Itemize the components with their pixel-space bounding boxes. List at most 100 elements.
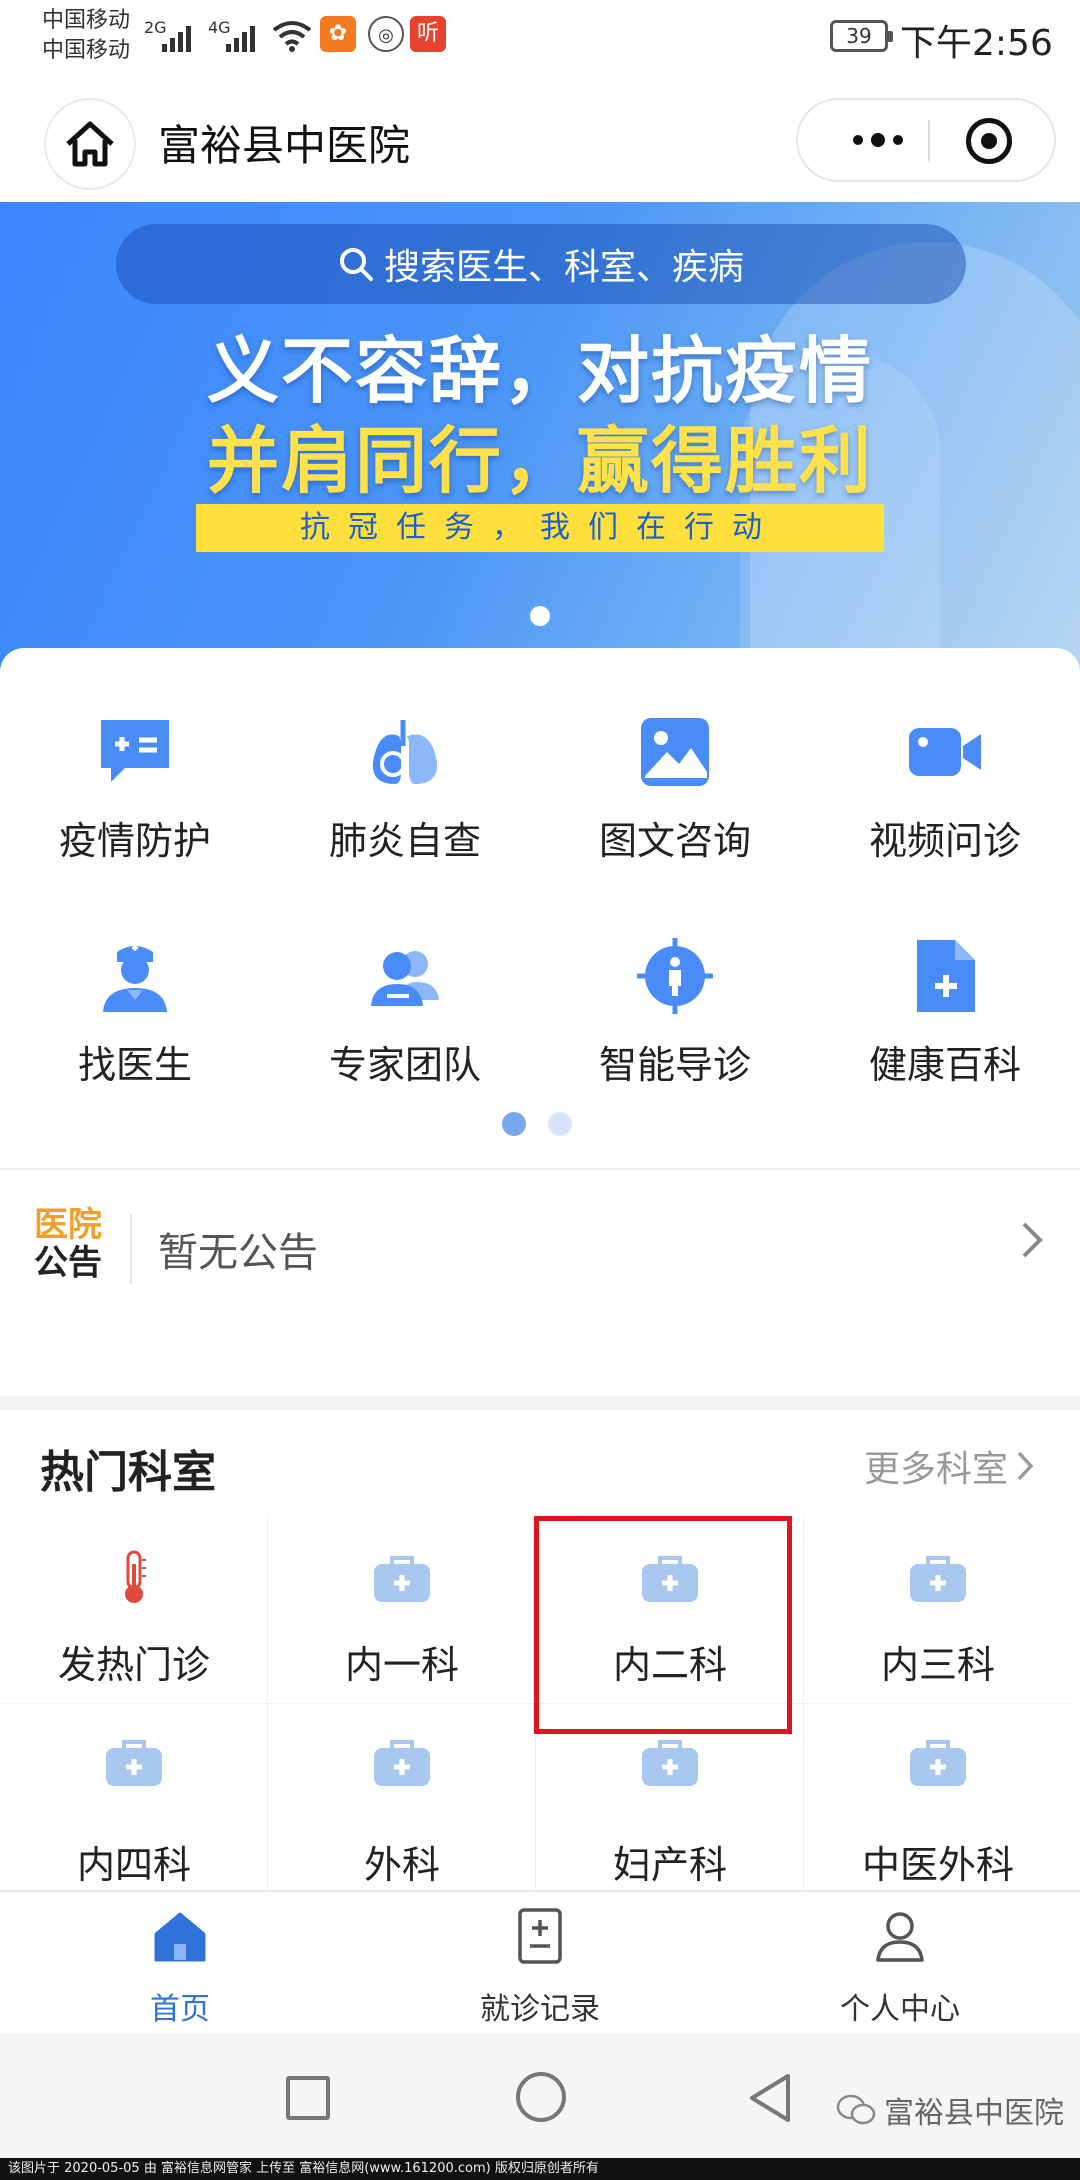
tab-home[interactable]: 首页	[30, 1906, 330, 2028]
dept-fever-clinic[interactable]: 发热门诊	[0, 1514, 268, 1704]
home-icon	[66, 121, 114, 167]
medical-kit-icon	[910, 1740, 966, 1786]
tab-label: 首页	[150, 1992, 210, 2027]
record-icon	[518, 1908, 562, 1964]
dept-label: 内三科	[880, 1643, 995, 1687]
service-find-doctor[interactable]: 找医生	[0, 914, 270, 1114]
service-image-text-consult[interactable]: 图文咨询	[540, 690, 810, 890]
dept-label: 中医外科	[861, 1843, 1014, 1887]
medical-kit-icon	[106, 1740, 162, 1786]
lungs-icon	[372, 720, 438, 784]
tab-label: 个人中心	[840, 1992, 960, 2027]
dept-label: 外科	[363, 1843, 440, 1887]
app-notification-icon: ✿	[320, 16, 356, 52]
miniprogram-capsule	[796, 98, 1056, 182]
wechat-icon	[836, 2094, 876, 2125]
service-health-encyclopedia[interactable]: 健康百科	[810, 914, 1080, 1114]
back-button[interactable]	[746, 2072, 794, 2124]
watermark-text: 富裕县中医院	[884, 2096, 1064, 2131]
dept-label: 发热门诊	[57, 1643, 210, 1687]
carrier-1: 中国移动	[42, 8, 131, 33]
dept-surgery[interactable]: 外科	[268, 1704, 536, 1890]
services-pager	[502, 1112, 572, 1136]
more-menu-button[interactable]	[828, 100, 928, 180]
notice-divider	[130, 1214, 132, 1284]
video-camera-icon	[909, 728, 981, 776]
image-icon	[641, 718, 709, 786]
more-departments-label: 更多科室	[864, 1449, 1009, 1490]
pager-dot-active	[502, 1112, 526, 1136]
upload-footer: 该图片于 2020-05-05 由 富裕信息网管家 上传至 富裕信息网(www.…	[0, 2158, 1080, 2180]
home-icon	[154, 1912, 206, 1962]
capsule-divider	[928, 120, 930, 162]
status-bar: 中国移动 中国移动 2G 4G ✿ ◎ 听 39 下午2:56	[0, 0, 1080, 72]
annotation-highlight-box	[534, 1516, 792, 1734]
service-expert-team[interactable]: 专家团队	[270, 914, 540, 1114]
home-nav-button[interactable]	[516, 2072, 566, 2122]
departments-heading: 热门科室	[40, 1447, 216, 1498]
chat-plus-minus-icon	[101, 720, 169, 782]
home-button[interactable]	[44, 98, 136, 190]
chevron-right-icon	[1022, 1222, 1043, 1258]
service-label: 视频问诊	[868, 819, 1021, 863]
user-icon	[876, 1912, 924, 1962]
service-label: 健康百科	[868, 1043, 1021, 1087]
listen-app-icon: 听	[410, 16, 446, 52]
dept-internal-3[interactable]: 内三科	[804, 1514, 1072, 1704]
tab-bar: 首页 就诊记录 个人中心	[0, 1890, 1080, 2034]
dept-internal-1[interactable]: 内一科	[268, 1514, 536, 1704]
service-pneumonia-self-check[interactable]: 肺炎自查	[270, 690, 540, 890]
banner-carousel[interactable]: 搜索医生、科室、疾病 义不容辞，对抗疫情 并肩同行，赢得胜利 抗冠任务，我们在行…	[0, 202, 1080, 672]
title-bar: 富裕县中医院	[0, 72, 1080, 202]
carousel-indicator	[530, 606, 550, 626]
service-epidemic-protection[interactable]: 疫情防护	[0, 690, 270, 890]
tab-label: 就诊记录	[480, 1992, 600, 2027]
thermometer-icon	[125, 1550, 146, 1603]
document-plus-icon	[917, 940, 975, 1012]
medical-kit-icon	[642, 1740, 698, 1786]
carrier-labels: 中国移动 中国移动	[42, 6, 130, 66]
battery-icon: 39	[830, 20, 893, 52]
pager-dot	[548, 1112, 572, 1136]
tab-profile[interactable]: 个人中心	[750, 1906, 1050, 2028]
signal-icon-2	[226, 20, 255, 52]
dept-label: 妇产科	[612, 1843, 727, 1887]
dept-internal-4[interactable]: 内四科	[0, 1704, 268, 1890]
target-person-icon	[637, 938, 713, 1014]
service-label: 找医生	[77, 1043, 192, 1087]
clock: 下午2:56	[900, 23, 1053, 64]
recent-apps-button[interactable]	[286, 2076, 330, 2120]
close-miniprogram-button[interactable]	[966, 118, 1012, 164]
service-label: 肺炎自查	[328, 819, 481, 863]
dept-label: 内一科	[344, 1643, 459, 1687]
dept-label: 内四科	[76, 1843, 191, 1887]
team-icon	[371, 951, 439, 1006]
notice-badge-line2: 公告	[34, 1243, 102, 1283]
notice-text: 暂无公告	[158, 1230, 318, 1276]
page-title: 富裕县中医院	[158, 121, 411, 170]
service-smart-triage[interactable]: 智能导诊	[540, 914, 810, 1114]
weibo-icon: ◎	[368, 16, 404, 52]
service-video-consult[interactable]: 视频问诊	[810, 690, 1080, 890]
wifi-icon	[272, 21, 312, 52]
doctor-icon	[103, 945, 167, 1012]
medical-kit-icon	[374, 1556, 430, 1602]
dept-tcm-surgery[interactable]: 中医外科	[804, 1704, 1072, 1890]
service-label: 图文咨询	[598, 819, 751, 863]
notice-badge-line1: 医院	[34, 1205, 102, 1245]
carrier-2: 中国移动	[42, 38, 131, 63]
section-gap	[0, 1396, 1080, 1410]
medical-kit-icon	[374, 1740, 430, 1786]
banner-slogan-2: 并肩同行，赢得胜利	[206, 419, 873, 503]
chevron-right-icon	[1017, 1451, 1034, 1481]
more-departments-link[interactable]: 更多科室	[864, 1440, 1034, 1492]
search-bar[interactable]: 搜索医生、科室、疾病	[116, 224, 966, 304]
service-label: 智能导诊	[598, 1043, 751, 1087]
hospital-notice[interactable]: 医院 公告 暂无公告	[0, 1170, 1080, 1396]
watermark: 富裕县中医院	[836, 2088, 1064, 2132]
service-label: 疫情防护	[58, 819, 211, 863]
service-label: 专家团队	[328, 1043, 481, 1087]
search-icon	[339, 248, 373, 281]
tab-records[interactable]: 就诊记录	[390, 1906, 690, 2028]
medical-kit-icon	[910, 1556, 966, 1602]
